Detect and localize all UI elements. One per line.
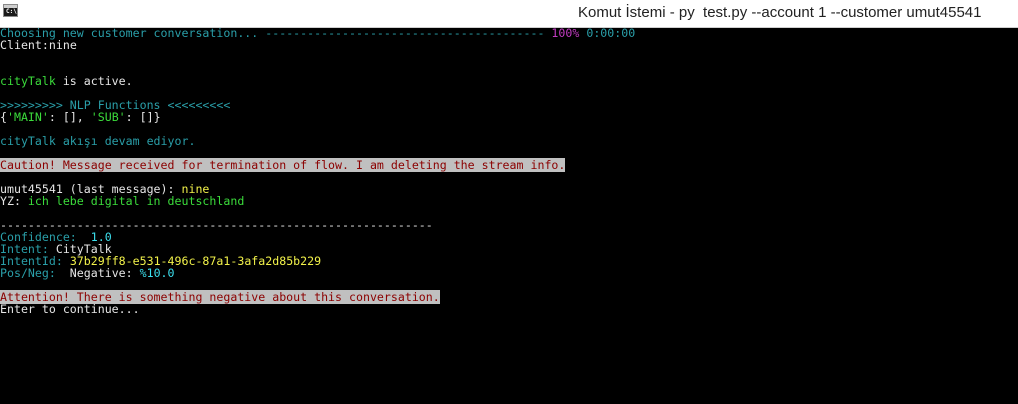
console-output[interactable]: Choosing new customer conversation... --… [0, 27, 1018, 404]
caution-message: Caution! Message received for terminatio… [0, 158, 566, 172]
client-line: Client:nine [0, 39, 77, 51]
progress-time: 0:00:00 [579, 27, 636, 40]
window-titlebar[interactable]: C:\ Komut İstemi - py test.py --account … [0, 0, 1018, 28]
pos-neg-value: %10.0 [139, 266, 175, 280]
yz-line: YZ: ich lebe digital in deutschland [0, 195, 244, 207]
flow-continues-line: cityTalk akışı devam ediyor. [0, 134, 196, 148]
yz-label: YZ: [0, 194, 28, 208]
dict-value-main: : [], [48, 110, 91, 124]
window-title: Komut İstemi - py test.py --account 1 --… [578, 4, 982, 21]
citytalk-active-line: cityTalk is active. [0, 75, 133, 87]
pos-neg-text: Negative: [62, 266, 140, 280]
citytalk-active-text: is active. [55, 74, 133, 88]
pos-neg-label: Pos/Neg: [0, 266, 63, 280]
client-label: Client: [0, 38, 49, 52]
nlp-functions-dict: {'MAIN': [], 'SUB': []} [0, 111, 161, 123]
dict-open: { [0, 110, 7, 124]
dict-close: } [153, 110, 161, 124]
citytalk-name: cityTalk [0, 74, 56, 88]
progress-bar: ---------------------------------------- [265, 27, 545, 40]
client-value: nine [48, 38, 77, 52]
dict-value-sub: : [] [125, 110, 154, 124]
command-prompt-icon: C:\ [3, 4, 18, 17]
pos-neg-line: Pos/Neg: Negative: %10.0 [0, 267, 175, 279]
dict-key-main: 'MAIN' [6, 110, 49, 124]
continue-prompt[interactable]: Enter to continue... [0, 303, 140, 315]
caution-line: Caution! Message received for terminatio… [0, 158, 566, 172]
progress-percent: 100% [544, 27, 580, 40]
yz-value: ich lebe digital in deutschland [27, 194, 245, 208]
progress-line: Choosing new customer conversation... --… [0, 27, 635, 39]
dict-key-sub: 'SUB' [90, 110, 126, 124]
